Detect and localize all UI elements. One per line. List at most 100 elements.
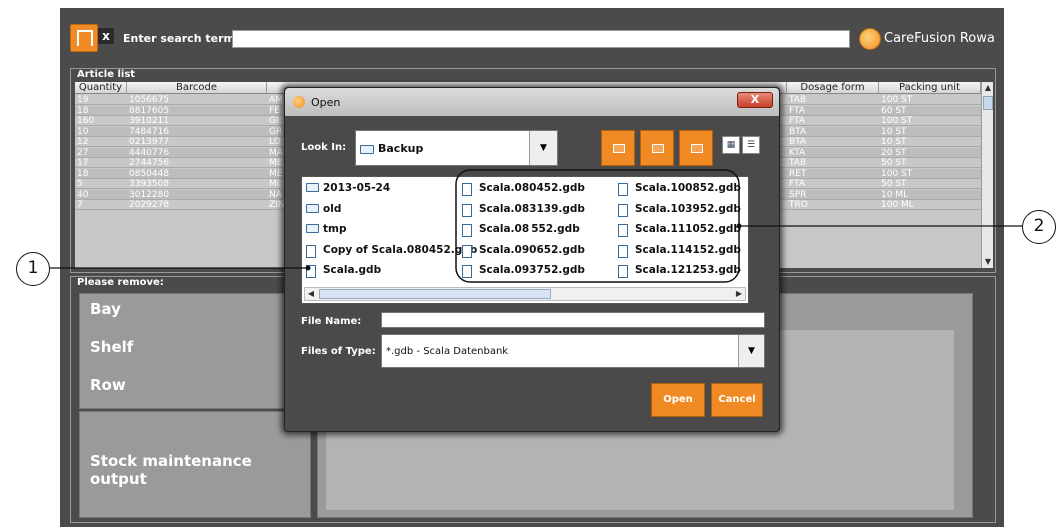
- search-label: Enter search term:: [123, 32, 240, 45]
- file-list: 2013-05-24 old tmp Copy of Scala.080452.gdb…: [301, 176, 749, 304]
- dialog-titlebar[interactable]: Open X: [285, 88, 779, 116]
- home-button[interactable]: [640, 130, 674, 166]
- cell-dosage-form: KTA: [789, 147, 806, 158]
- scroll-thumb[interactable]: [983, 96, 993, 110]
- cancel-button[interactable]: Cancel: [711, 383, 763, 417]
- file-item[interactable]: Scala.090652.gdb: [462, 243, 612, 259]
- up-folder-icon: [613, 144, 625, 153]
- cell-barcode: 4440776: [129, 147, 170, 158]
- column-header-packing-unit[interactable]: Packing unit: [879, 82, 981, 94]
- list-view-icon[interactable]: ▦: [722, 136, 740, 154]
- look-in-value: Backup: [378, 142, 424, 155]
- folder-icon: [306, 183, 319, 192]
- file-item-label: Scala.111052.gdb: [635, 223, 741, 235]
- folder-item[interactable]: 2013-05-24: [306, 181, 458, 197]
- cell-quantity: 18: [77, 105, 89, 116]
- cell-quantity: 40: [77, 189, 89, 200]
- open-button[interactable]: Open: [651, 383, 705, 417]
- file-icon: [618, 203, 628, 217]
- cell-packing-unit: 10 ST: [881, 137, 907, 147]
- column-header-barcode[interactable]: Barcode: [127, 82, 267, 94]
- new-folder-button[interactable]: [679, 130, 713, 166]
- row-label: Row: [90, 376, 126, 394]
- file-icon: [462, 265, 472, 278]
- file-type-value: *.gdb - Scala Datenbank: [386, 346, 509, 357]
- bay-label: Bay: [90, 300, 121, 318]
- cell-dosage-form: TAB: [789, 158, 807, 168]
- cell-barcode: 1056675: [129, 95, 170, 105]
- file-item[interactable]: Copy of Scala.080452.gdb: [306, 243, 477, 259]
- file-item[interactable]: Scala.121253.gdb: [618, 263, 768, 279]
- open-file-dialog: Open X Look In: Backup ▼ ▦ ☰ 2013-05-24 o…: [284, 87, 780, 432]
- search-input[interactable]: [232, 30, 850, 48]
- cell-quantity: 12: [77, 137, 89, 147]
- file-item-label: Scala.103952.gdb: [635, 202, 741, 215]
- file-item-label: Scala.121253.gdb: [635, 264, 741, 276]
- cell-quantity: 5: [77, 179, 83, 189]
- file-icon: [462, 183, 472, 196]
- cell-packing-unit: 60 ST: [881, 105, 907, 116]
- file-item-label: Scala.090652.gdb: [479, 243, 585, 256]
- file-icon: [618, 265, 628, 278]
- dropdown-arrow-icon[interactable]: ▼: [738, 335, 764, 367]
- cell-barcode: 2029278: [129, 200, 170, 210]
- file-item[interactable]: Scala.103952.gdb: [618, 202, 768, 218]
- look-in-select[interactable]: Backup ▼: [355, 130, 558, 166]
- file-icon: [462, 203, 472, 217]
- dialog-title: Open: [311, 96, 341, 109]
- cell-barcode: 3393508: [129, 179, 170, 189]
- file-item[interactable]: Scala.gdb: [306, 263, 458, 279]
- dialog-close-button[interactable]: X: [737, 92, 773, 108]
- scroll-thumb[interactable]: [319, 289, 551, 299]
- cell-dosage-form: RET: [789, 168, 807, 179]
- cell-quantity: 18: [77, 168, 89, 179]
- scroll-up-icon[interactable]: ▲: [982, 82, 994, 94]
- article-list-title: Article list: [77, 69, 136, 80]
- folder-icon: [360, 145, 374, 154]
- cell-packing-unit: 100 ST: [881, 116, 913, 126]
- file-item-label: Scala.080452.gdb: [479, 182, 585, 194]
- file-item[interactable]: Scala.100852.gdb: [618, 181, 768, 197]
- dropdown-arrow-icon[interactable]: ▼: [529, 131, 557, 165]
- brand-label: CareFusion Rowa: [884, 31, 995, 46]
- scroll-left-icon[interactable]: ◀: [305, 288, 317, 300]
- cell-packing-unit: 100 ST: [881, 95, 913, 105]
- folder-icon: [306, 203, 319, 213]
- file-name-input[interactable]: [381, 312, 765, 328]
- shelf-label: Shelf: [90, 338, 134, 356]
- file-item[interactable]: Scala.08 552.gdb: [462, 222, 612, 238]
- file-list-scrollbar[interactable]: ◀ ▶: [304, 287, 746, 301]
- cell-dosage-form: TRO: [789, 200, 808, 210]
- file-item[interactable]: Scala.093752.gdb: [462, 263, 612, 279]
- look-in-label: Look In:: [301, 142, 347, 153]
- file-item[interactable]: Scala.083139.gdb: [462, 202, 612, 218]
- cell-packing-unit: 100 ST: [881, 168, 913, 179]
- file-item[interactable]: Scala.114152.gdb: [618, 243, 768, 259]
- article-list-scrollbar[interactable]: ▲ ▼: [981, 82, 993, 268]
- file-item-label: Scala.gdb: [323, 264, 382, 276]
- file-type-select[interactable]: *.gdb - Scala Datenbank ▼: [381, 334, 765, 368]
- cell-barcode: 3012280: [129, 189, 170, 200]
- folder-item[interactable]: tmp: [306, 222, 458, 238]
- up-folder-button[interactable]: [601, 130, 635, 166]
- column-header-quantity[interactable]: Quantity: [75, 82, 127, 94]
- cell-dosage-form: SPR: [789, 189, 807, 200]
- callout-1: 1: [16, 252, 50, 286]
- file-icon: [462, 224, 472, 237]
- cell-dosage-form: FTA: [789, 116, 805, 126]
- file-item[interactable]: Scala.111052.gdb: [618, 222, 768, 238]
- folder-item[interactable]: old: [306, 202, 458, 218]
- cell-dosage-form: FTA: [789, 105, 805, 116]
- cell-barcode: 0850448: [129, 168, 170, 179]
- file-item-label: Scala.093752.gdb: [479, 264, 585, 276]
- close-x-icon[interactable]: x: [98, 28, 114, 44]
- cell-quantity: 7: [77, 200, 83, 210]
- scroll-right-icon[interactable]: ▶: [733, 288, 745, 300]
- cell-quantity: 17: [77, 158, 89, 168]
- file-item[interactable]: Scala.080452.gdb: [462, 181, 612, 197]
- details-view-icon[interactable]: ☰: [742, 136, 760, 154]
- scroll-down-icon[interactable]: ▼: [982, 256, 994, 268]
- file-icon: [618, 224, 628, 237]
- cell-barcode: 7484716: [129, 126, 170, 137]
- column-header-dosage-form[interactable]: Dosage form: [787, 82, 879, 94]
